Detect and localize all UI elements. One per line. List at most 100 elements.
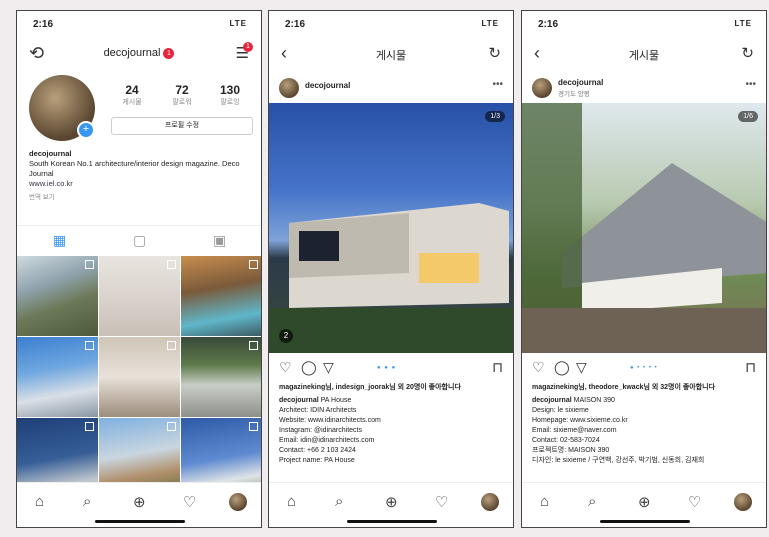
post-caption: magazineking님, theodore_kwack님 외 32명이 좋아… [532, 383, 760, 466]
multi-photo-icon [85, 341, 94, 350]
tab-bar: ⌂ ⌕ ⊕ ♡ [522, 482, 766, 527]
profile-avatar[interactable]: + [29, 75, 95, 141]
home-icon[interactable]: ⌂ [35, 493, 44, 510]
single-view-icon[interactable]: ▢ [133, 232, 146, 249]
activity-icon[interactable]: ♡ [183, 493, 196, 511]
profile-tab-avatar[interactable] [734, 493, 752, 511]
post-photo[interactable]: 1/3 2 [269, 103, 513, 353]
carousel-dots: ● • • • • [630, 365, 658, 371]
caption-line: 프로젝트명: MAISON 390 [532, 447, 610, 454]
profile-tab-avatar[interactable] [229, 493, 247, 511]
caption-username[interactable]: decojournal [532, 397, 572, 404]
status-time: 2:16 [285, 19, 306, 30]
house-illustration [522, 103, 766, 353]
multi-photo-icon [167, 341, 176, 350]
author-username[interactable]: decojournal [305, 81, 350, 90]
refresh-icon[interactable]: ↻ [488, 44, 501, 62]
stat-posts-label: 게시물 [122, 99, 142, 106]
post-author-row: decojournal ••• [269, 73, 513, 103]
multi-photo-icon [85, 260, 94, 269]
status-time: 2:16 [33, 19, 54, 30]
stat-followers[interactable]: 72 팔로워 [157, 83, 207, 107]
multi-photo-icon [167, 260, 176, 269]
stat-followers-count: 72 [175, 83, 189, 97]
post-title: 게시물 [628, 50, 660, 62]
author-username[interactable]: decojournal [558, 78, 603, 87]
profile-username-title[interactable]: decojournal 1 [17, 47, 261, 59]
bio-translate-link[interactable]: 번역 보기 [29, 193, 253, 203]
like-icon[interactable]: ♡ [279, 359, 292, 376]
profile-tab-avatar[interactable] [481, 493, 499, 511]
likes-text[interactable]: magazineking님, indesign_joorak님 외 20명이 좋… [279, 383, 507, 393]
activity-icon[interactable]: ♡ [688, 493, 701, 511]
home-icon[interactable]: ⌂ [540, 493, 549, 510]
add-post-icon[interactable]: ⊕ [385, 493, 398, 511]
stat-following[interactable]: 130 팔로잉 [205, 83, 255, 107]
caption-line: Website: www.idinarchitects.com [279, 417, 381, 424]
grid-post-4[interactable] [17, 337, 98, 417]
post-location[interactable]: 경기도 양평 [558, 88, 590, 98]
more-options-icon[interactable]: ••• [745, 79, 756, 90]
stat-posts[interactable]: 24 게시물 [107, 83, 157, 107]
post-header: ‹ 게시물 ↻ [269, 41, 513, 67]
notification-badge: 1 [163, 47, 175, 59]
like-icon[interactable]: ♡ [532, 359, 545, 376]
bio-link[interactable]: www.iel.co.kr [29, 179, 253, 189]
post-actions: ♡ ◯ ▽ ● • • • • ⊓ [522, 355, 766, 379]
author-avatar[interactable] [532, 78, 552, 98]
more-options-icon[interactable]: ••• [492, 79, 503, 90]
author-avatar[interactable] [279, 78, 299, 98]
caption-line: Email: sixieme@naver.com [532, 427, 617, 434]
grid-view-icon[interactable]: ▦ [53, 232, 66, 249]
home-indicator [95, 520, 185, 523]
add-story-icon[interactable]: + [77, 121, 95, 139]
activity-icon[interactable]: ♡ [435, 493, 448, 511]
grid-post-2[interactable] [99, 256, 180, 336]
post-screen-1: 2:16 LTE ‹ 게시물 ↻ decojournal ••• 1/3 2 ♡… [268, 10, 514, 528]
multi-photo-icon [85, 422, 94, 431]
caption-line: 디자인: le sixieme / 구연백, 강선주, 박기범, 신동희, 김재… [532, 457, 705, 464]
share-icon[interactable]: ▽ [576, 359, 587, 376]
tag-bubble[interactable]: 2 [279, 329, 293, 343]
caption-line: Homepage: www.sixieme.co.kr [532, 417, 628, 424]
comment-icon[interactable]: ◯ [554, 359, 570, 376]
tab-bar: ⌂ ⌕ ⊕ ♡ [269, 482, 513, 527]
caption-username[interactable]: decojournal [279, 397, 319, 404]
likes-text[interactable]: magazineking님, theodore_kwack님 외 32명이 좋아… [532, 383, 760, 393]
caption-line: Project name: PA House [279, 457, 355, 464]
post-screen-2: 2:16 LTE ‹ 게시물 ↻ decojournal 경기도 양평 ••• … [521, 10, 767, 528]
multi-photo-icon [249, 422, 258, 431]
multi-photo-icon [167, 422, 176, 431]
bio-text: South Korean No.1 architecture/interior … [29, 159, 240, 178]
status-signal: LTE [229, 19, 247, 28]
post-caption: magazineking님, indesign_joorak님 외 20명이 좋… [279, 383, 507, 466]
add-post-icon[interactable]: ⊕ [133, 493, 146, 511]
caption-header: decojournal PA House [279, 396, 507, 406]
profile-username-text: decojournal [103, 47, 161, 59]
caption-line: Design: le sixieme [532, 407, 589, 414]
grid-post-3[interactable] [181, 256, 261, 336]
home-indicator [600, 520, 690, 523]
search-icon[interactable]: ⌕ [335, 493, 343, 510]
edit-profile-button[interactable]: 프로필 수정 [111, 117, 253, 135]
search-icon[interactable]: ⌕ [588, 493, 596, 510]
grid-post-6[interactable] [181, 337, 261, 417]
profile-tabs: ▦ ▢ ▣ [17, 225, 261, 257]
home-icon[interactable]: ⌂ [287, 493, 296, 510]
status-bar: 2:16 LTE [269, 11, 513, 37]
stat-followers-label: 팔로워 [172, 99, 192, 106]
bookmark-icon[interactable]: ⊓ [745, 359, 756, 376]
status-time: 2:16 [538, 19, 559, 30]
bookmark-icon[interactable]: ⊓ [492, 359, 503, 376]
status-bar: 2:16 LTE [522, 11, 766, 37]
search-icon[interactable]: ⌕ [83, 493, 91, 510]
comment-icon[interactable]: ◯ [301, 359, 317, 376]
grid-post-1[interactable] [17, 256, 98, 336]
menu-icon[interactable]: ☰ 1 [236, 42, 253, 62]
grid-post-5[interactable] [99, 337, 180, 417]
post-photo[interactable]: 1/6 [522, 103, 766, 353]
tagged-view-icon[interactable]: ▣ [213, 232, 226, 249]
refresh-icon[interactable]: ↻ [741, 44, 754, 62]
share-icon[interactable]: ▽ [323, 359, 334, 376]
add-post-icon[interactable]: ⊕ [638, 493, 651, 511]
